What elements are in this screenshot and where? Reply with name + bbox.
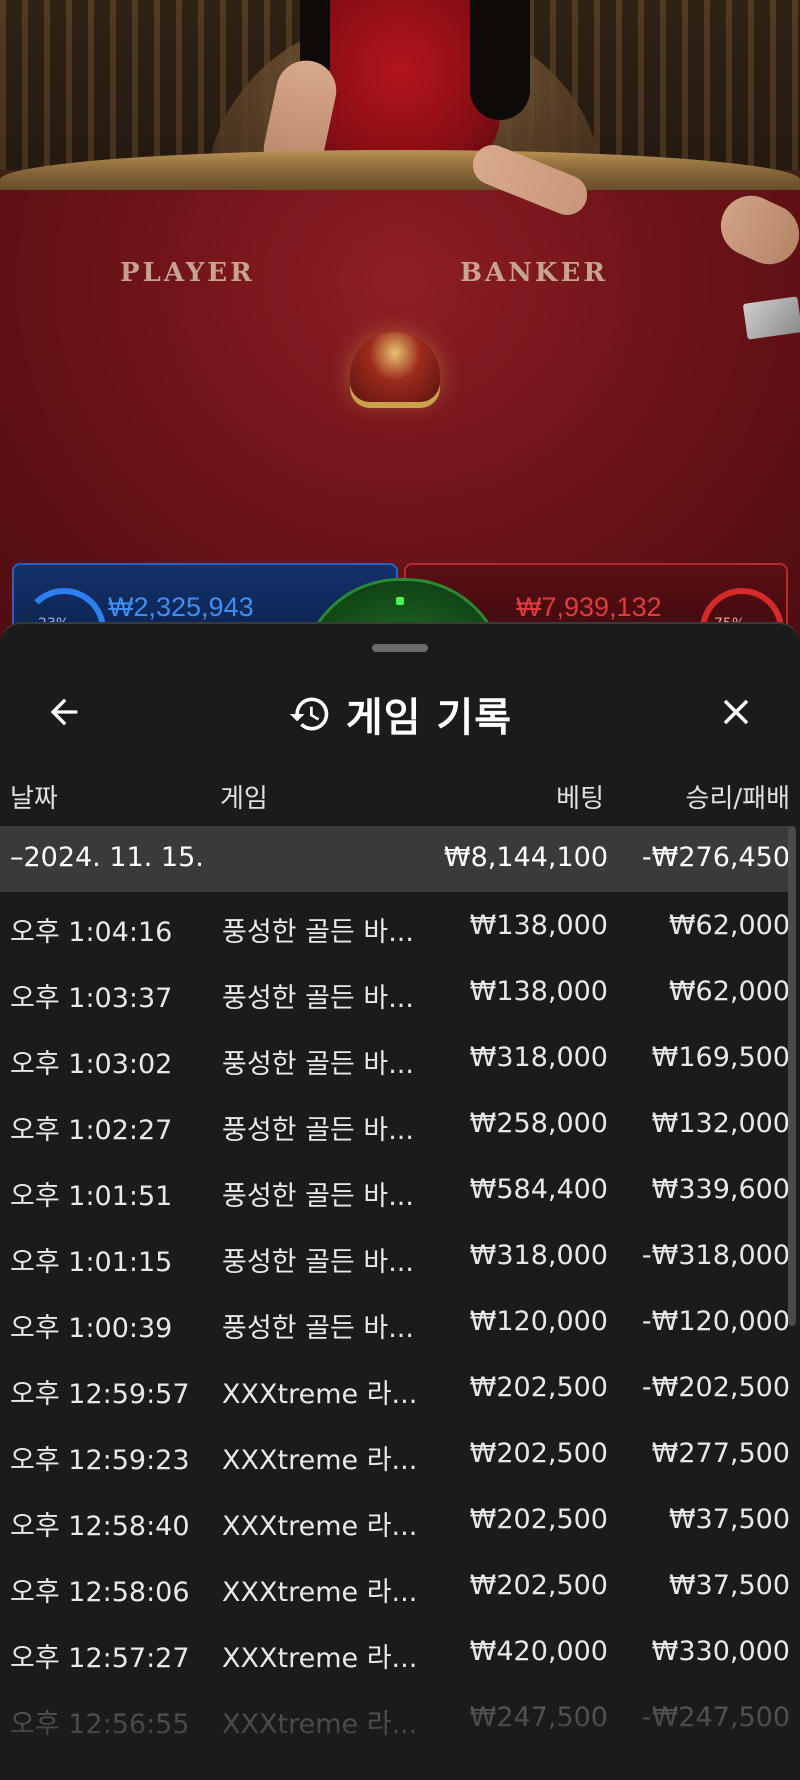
row-bet: ₩202,500 (469, 1504, 608, 1535)
row-result: ₩330,000 (651, 1636, 790, 1667)
table-row[interactable]: 오후 1:00:39 풍성한 골든 바... ₩120,000 -₩120,00… (0, 1288, 790, 1354)
close-button[interactable] (706, 682, 766, 742)
history-icon (289, 697, 329, 731)
banker-table-label: BANKER (460, 258, 608, 288)
table-row[interactable]: 오후 1:01:51 풍성한 골든 바... ₩584,400 ₩339,600 (0, 1156, 790, 1222)
dealer-hair-right (470, 0, 530, 120)
row-time: 오후 1:04:16 (10, 917, 173, 948)
sheet-title: 게임 기록 (0, 686, 800, 742)
row-bet: ₩138,000 (469, 976, 608, 1007)
row-bet: ₩258,000 (469, 1108, 608, 1139)
banker-bet-amount: ₩7,939,132 (516, 592, 662, 622)
row-time: 오후 1:00:39 (10, 1313, 173, 1344)
table-row[interactable]: 오후 1:02:27 풍성한 골든 바... ₩258,000 ₩132,000 (0, 1090, 790, 1156)
row-game: 풍성한 골든 바... (222, 1115, 414, 1146)
row-game: XXXtreme 라... (222, 1379, 418, 1410)
row-result: ₩62,000 (668, 976, 790, 1007)
row-time: 오후 1:03:37 (10, 983, 173, 1014)
drag-handle[interactable] (372, 644, 428, 652)
table-row[interactable]: 오후 12:59:57 XXXtreme 라... ₩202,500 -₩202… (0, 1354, 790, 1420)
row-time: 오후 12:59:23 (10, 1445, 190, 1476)
history-scrollbar[interactable] (788, 826, 796, 1326)
table-row[interactable]: 오후 12:58:40 XXXtreme 라... ₩202,500 ₩37,5… (0, 1486, 790, 1552)
player-table-label: PLAYER (120, 258, 255, 288)
row-bet: ₩202,500 (469, 1372, 608, 1403)
row-time: 오후 1:03:02 (10, 1049, 173, 1080)
row-bet: ₩202,500 (469, 1570, 608, 1601)
row-result: ₩37,500 (668, 1570, 790, 1601)
summary-date: –2024. 11. 15. (10, 842, 204, 873)
game-history-sheet: 게임 기록 날짜 게임 베팅 승리/패배 –2024. 11. 15. ₩8,1… (0, 622, 800, 1780)
table-row[interactable]: 오후 12:59:23 XXXtreme 라... ₩202,500 ₩277,… (0, 1420, 790, 1486)
table-row[interactable]: 오후 12:56:55 XXXtreme 라... ₩247,500 -₩247… (0, 1684, 790, 1750)
column-header-game: 게임 (220, 784, 268, 814)
row-result: ₩339,600 (651, 1174, 790, 1205)
game-video-background: PLAYER BANKER (0, 0, 800, 640)
row-time: 오후 12:58:06 (10, 1577, 190, 1608)
row-result: ₩277,500 (651, 1438, 790, 1469)
card-shoe (742, 296, 800, 340)
center-indicator (396, 597, 404, 605)
row-bet: ₩318,000 (469, 1042, 608, 1073)
row-game: XXXtreme 라... (222, 1511, 418, 1542)
summary-bet-total: ₩8,144,100 (443, 842, 608, 873)
row-result: ₩132,000 (651, 1108, 790, 1139)
row-result: ₩169,500 (651, 1042, 790, 1073)
table-row[interactable]: 오후 1:01:15 풍성한 골든 바... ₩318,000 -₩318,00… (0, 1222, 790, 1288)
table-row[interactable]: 오후 1:03:02 풍성한 골든 바... ₩318,000 ₩169,500 (0, 1024, 790, 1090)
table-header: 날짜 게임 베팅 승리/패배 (0, 764, 800, 824)
table-row[interactable]: 오후 1:04:16 풍성한 골든 바... ₩138,000 ₩62,000 (0, 892, 790, 958)
row-game: 풍성한 골든 바... (222, 983, 414, 1014)
close-icon (723, 699, 749, 725)
row-bet: ₩247,500 (469, 1702, 608, 1733)
column-header-result: 승리/패배 (685, 784, 790, 814)
row-result: ₩62,000 (668, 910, 790, 941)
row-time: 오후 1:01:15 (10, 1247, 173, 1278)
row-game: XXXtreme 라... (222, 1445, 418, 1476)
row-result: -₩120,000 (641, 1306, 790, 1337)
table-row[interactable]: 오후 12:57:27 XXXtreme 라... ₩420,000 ₩330,… (0, 1618, 790, 1684)
row-result: -₩202,500 (641, 1372, 790, 1403)
row-game: XXXtreme 라... (222, 1643, 418, 1674)
row-time: 오후 12:56:55 (10, 1709, 190, 1740)
row-bet: ₩120,000 (469, 1306, 608, 1337)
row-bet: ₩318,000 (469, 1240, 608, 1271)
date-group-summary[interactable]: –2024. 11. 15. ₩8,144,100 -₩276,450 (0, 826, 790, 892)
row-time: 오후 1:01:51 (10, 1181, 173, 1212)
row-time: 오후 12:57:27 (10, 1643, 190, 1674)
row-game: 풍성한 골든 바... (222, 1049, 414, 1080)
row-game: 풍성한 골든 바... (222, 1181, 414, 1212)
row-time: 오후 12:58:40 (10, 1511, 190, 1542)
row-game: XXXtreme 라... (222, 1577, 418, 1608)
row-bet: ₩138,000 (469, 910, 608, 941)
table-row[interactable]: 오후 1:03:37 풍성한 골든 바... ₩138,000 ₩62,000 (0, 958, 790, 1024)
summary-result-total: -₩276,450 (641, 842, 790, 873)
row-bet: ₩584,400 (469, 1174, 608, 1205)
sheet-title-text: 게임 기록 (345, 695, 513, 741)
row-game: 풍성한 골든 바... (222, 1313, 414, 1344)
player-bet-amount: ₩2,325,943 (108, 592, 254, 622)
row-game: 풍성한 골든 바... (222, 1247, 414, 1278)
row-game: XXXtreme 라... (222, 1709, 418, 1740)
sheet-header: 게임 기록 (0, 664, 800, 774)
row-bet: ₩420,000 (469, 1636, 608, 1667)
column-header-date: 날짜 (10, 784, 58, 814)
row-time: 오후 12:59:57 (10, 1379, 190, 1410)
column-header-bet: 베팅 (556, 784, 604, 814)
history-rows: 오후 1:04:16 풍성한 골든 바... ₩138,000 ₩62,000 … (0, 892, 790, 1750)
row-result: -₩247,500 (641, 1702, 790, 1733)
row-game: 풍성한 골든 바... (222, 917, 414, 948)
row-bet: ₩202,500 (469, 1438, 608, 1469)
table-row[interactable]: 오후 12:58:06 XXXtreme 라... ₩202,500 ₩37,5… (0, 1552, 790, 1618)
row-time: 오후 1:02:27 (10, 1115, 173, 1146)
row-result: ₩37,500 (668, 1504, 790, 1535)
row-result: -₩318,000 (641, 1240, 790, 1271)
